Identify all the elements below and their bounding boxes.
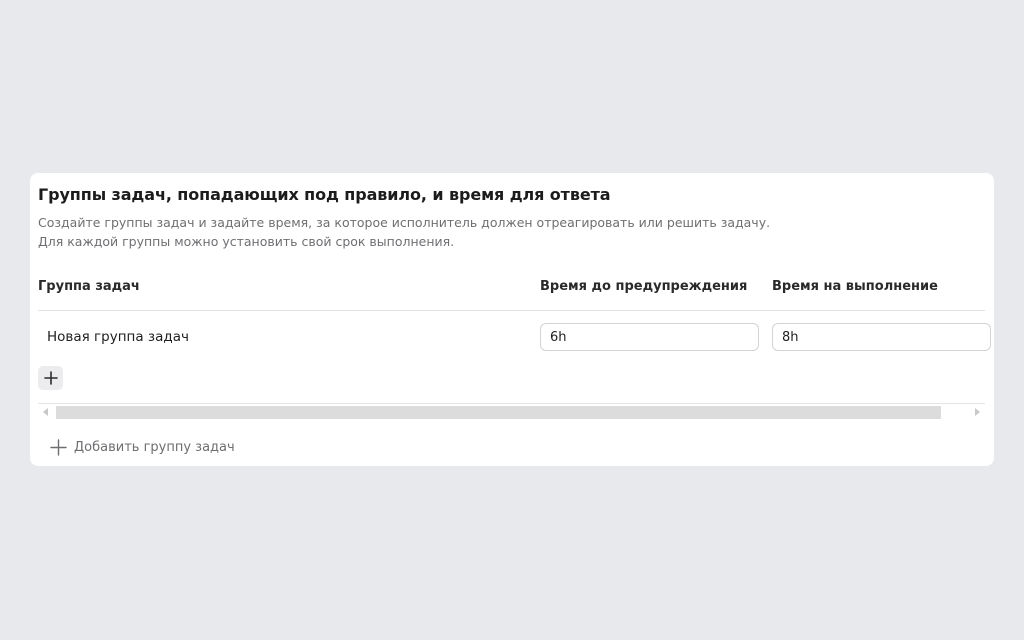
column-header-warning-time: Время до предупреждения xyxy=(540,279,748,294)
description-line-2: Для каждой группы можно установить свой … xyxy=(38,234,455,249)
column-header-group: Группа задач xyxy=(38,279,140,294)
warning-time-input[interactable] xyxy=(540,323,759,351)
add-task-group-label: Добавить группу задач xyxy=(74,440,235,455)
plus-icon xyxy=(43,371,58,385)
scrollbar-thumb[interactable] xyxy=(56,406,941,419)
plus-icon xyxy=(50,439,67,456)
add-task-group-button[interactable]: Добавить группу задач xyxy=(50,439,235,456)
scroll-left-arrow-icon[interactable] xyxy=(43,408,48,416)
completion-time-input[interactable] xyxy=(772,323,991,351)
horizontal-scrollbar[interactable] xyxy=(38,404,985,421)
column-header-completion-time: Время на выполнение xyxy=(772,279,938,294)
task-groups-card: Группы задач, попадающих под правило, и … xyxy=(30,173,994,466)
section-description: Создайте группы задач и задайте время, з… xyxy=(38,213,770,251)
section-title: Группы задач, попадающих под правило, и … xyxy=(38,185,611,204)
scroll-right-arrow-icon[interactable] xyxy=(975,408,980,416)
description-line-1: Создайте группы задач и задайте время, з… xyxy=(38,215,771,230)
header-divider xyxy=(38,310,985,311)
task-group-name[interactable]: Новая группа задач xyxy=(47,329,189,345)
add-row-button[interactable] xyxy=(38,366,63,390)
